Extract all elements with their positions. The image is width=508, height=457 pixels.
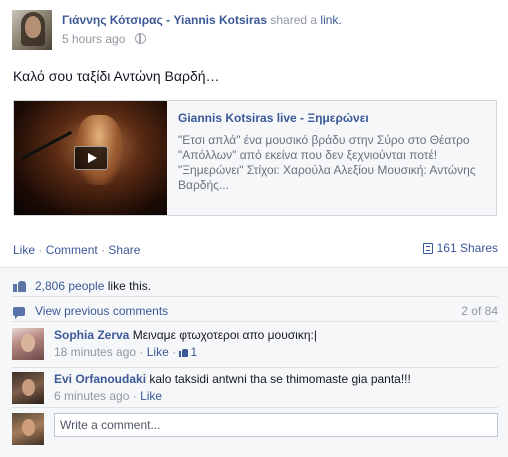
- current-user-avatar: [12, 413, 44, 445]
- share-icon: [422, 243, 433, 254]
- commenter-avatar[interactable]: [12, 372, 44, 404]
- comment-like-link[interactable]: Like: [140, 389, 162, 403]
- link-title[interactable]: Giannis Kotsiras live - Ξημερώνει: [178, 111, 369, 125]
- post-header: Γιάννης Κότσιρας - Yiannis Kotsiras shar…: [62, 13, 342, 27]
- avatar-face: [25, 16, 41, 38]
- feedback-section: 2,806 people like this. View previous co…: [0, 267, 508, 457]
- divider: [12, 367, 498, 368]
- shared-link-word[interactable]: link.: [320, 13, 341, 27]
- comment-input[interactable]: [54, 413, 498, 437]
- divider: [12, 407, 498, 408]
- likes-suffix: like this.: [104, 279, 152, 293]
- feed-post: Γιάννης Κότσιρας - Yiannis Kotsiras shar…: [0, 0, 508, 457]
- post-actions: Like · Comment · Share: [13, 243, 140, 257]
- comment-time[interactable]: 18 minutes ago: [54, 345, 136, 359]
- author-avatar[interactable]: [12, 10, 52, 50]
- link-description: "Ετσι απλά" ένα μουσικό βράδυ στην Σύρο …: [178, 133, 476, 192]
- post-timestamp[interactable]: 5 hours ago: [62, 32, 125, 46]
- shares-count-link[interactable]: 161 Shares: [422, 241, 498, 255]
- comment-author[interactable]: Sophia Zerva: [54, 328, 129, 342]
- shares-count: 161 Shares: [436, 241, 498, 255]
- comment-like-link[interactable]: Like: [147, 345, 169, 359]
- comment-line: Evi Orfanoudaki kalo taksidi antwni tha …: [54, 372, 411, 386]
- action-text: shared a: [270, 13, 318, 27]
- commenter-avatar[interactable]: [12, 328, 44, 360]
- comment-text: Μειναμε φτωχοτεροι απο μουσικη:|: [132, 328, 317, 342]
- link-card-body[interactable]: Giannis Kotsiras live - Ξημερώνει "Ετσι …: [167, 101, 496, 215]
- action-separator: ·: [38, 243, 43, 257]
- comment-like-count[interactable]: 1: [179, 345, 197, 359]
- likes-count-link[interactable]: 2,806 people: [35, 279, 104, 293]
- like-link[interactable]: Like: [13, 243, 35, 257]
- post-meta: 5 hours ago: [62, 32, 146, 46]
- post-message: Καλό σου ταξίδι Αντώνη Βαρδή…: [13, 68, 220, 84]
- meta-separator: ·: [139, 345, 144, 359]
- comment-text: kalo taksidi antwni tha se thimomaste gi…: [149, 372, 411, 386]
- comment-meta: 18 minutes ago · Like · 1: [54, 345, 197, 359]
- comment-likes-number: 1: [190, 345, 198, 359]
- small-like-icon: [179, 348, 189, 357]
- link-preview-card[interactable]: Giannis Kotsiras live - Ξημερώνει "Ετσι …: [13, 100, 497, 216]
- likes-summary: 2,806 people like this.: [13, 279, 151, 293]
- comment-bubble-icon: [13, 307, 25, 319]
- share-link[interactable]: Share: [108, 243, 140, 257]
- comment-item: Sophia Zerva Μειναμε φτωχοτεροι απο μουσ…: [12, 328, 498, 368]
- comment-line: Sophia Zerva Μειναμε φτωχοτεροι απο μουσ…: [54, 328, 317, 342]
- thumbnail-microphone: [21, 130, 73, 160]
- video-thumbnail[interactable]: [14, 101, 167, 215]
- view-previous-comments-link[interactable]: View previous comments: [35, 304, 168, 318]
- thumbs-up-icon: [13, 279, 27, 292]
- globe-icon[interactable]: [134, 33, 146, 44]
- meta-separator: ·: [132, 389, 137, 403]
- comment-pager-count: 2 of 84: [461, 304, 498, 318]
- meta-separator: ·: [172, 345, 177, 359]
- write-comment-row: [12, 411, 498, 447]
- comment-author[interactable]: Evi Orfanoudaki: [54, 372, 146, 386]
- comment-time[interactable]: 6 minutes ago: [54, 389, 129, 403]
- view-previous-row[interactable]: View previous comments: [13, 304, 168, 319]
- divider: [12, 321, 498, 322]
- comment-item: Evi Orfanoudaki kalo taksidi antwni tha …: [12, 372, 498, 412]
- comment-link[interactable]: Comment: [46, 243, 98, 257]
- author-name[interactable]: Γιάννης Κότσιρας - Yiannis Kotsiras: [62, 13, 267, 27]
- divider: [12, 296, 498, 297]
- action-separator: ·: [101, 243, 106, 257]
- comment-meta: 6 minutes ago · Like: [54, 389, 162, 403]
- play-icon[interactable]: [74, 146, 108, 170]
